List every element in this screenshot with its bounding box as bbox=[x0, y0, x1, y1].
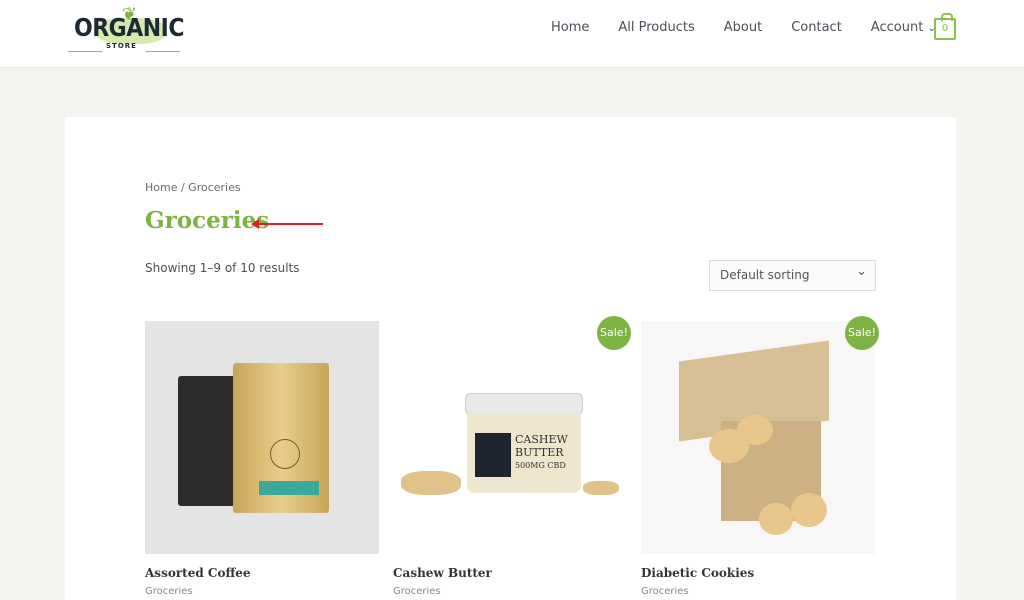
sale-badge: Sale! bbox=[597, 316, 631, 350]
nav-account[interactable]: Account ⌄ bbox=[871, 20, 936, 35]
product-card[interactable]: Assorted Coffee Groceries bbox=[145, 321, 379, 597]
product-card[interactable]: Sale! Diabetic Cookies Groceries bbox=[641, 316, 879, 597]
product-category[interactable]: Groceries bbox=[393, 586, 627, 597]
nav-contact[interactable]: Contact bbox=[791, 20, 842, 35]
logo[interactable]: ❦ ORGANIC STORE bbox=[66, 4, 184, 56]
annotation-arrow-icon bbox=[251, 219, 323, 229]
result-count: Showing 1–9 of 10 results bbox=[145, 261, 300, 275]
product-name[interactable]: Cashew Butter bbox=[393, 566, 627, 580]
product-image[interactable]: CASHEW BUTTER 500MG CBD bbox=[393, 321, 627, 554]
product-name[interactable]: Diabetic Cookies bbox=[641, 566, 875, 580]
product-image[interactable] bbox=[145, 321, 379, 554]
site-header: ❦ ORGANIC STORE Home All Products About … bbox=[0, 0, 1024, 68]
product-category[interactable]: Groceries bbox=[641, 586, 875, 597]
content-area: Home / Groceries Groceries Showing 1–9 o… bbox=[65, 117, 956, 600]
product-category[interactable]: Groceries bbox=[145, 586, 379, 597]
nav-all-products[interactable]: All Products bbox=[618, 20, 694, 35]
product-card[interactable]: Sale! CASHEW BUTTER 500MG CBD Cashew But… bbox=[393, 316, 631, 597]
product-image[interactable] bbox=[641, 321, 875, 554]
main-nav: Home All Products About Contact Account … bbox=[551, 20, 965, 35]
sale-badge: Sale! bbox=[845, 316, 879, 350]
breadcrumb[interactable]: Home / Groceries bbox=[145, 181, 241, 194]
sort-select[interactable]: Default sorting bbox=[709, 260, 876, 291]
product-name[interactable]: Assorted Coffee bbox=[145, 566, 379, 580]
nav-home[interactable]: Home bbox=[551, 20, 589, 35]
nav-about[interactable]: About bbox=[724, 20, 762, 35]
cart-button[interactable]: 0 bbox=[934, 13, 956, 40]
